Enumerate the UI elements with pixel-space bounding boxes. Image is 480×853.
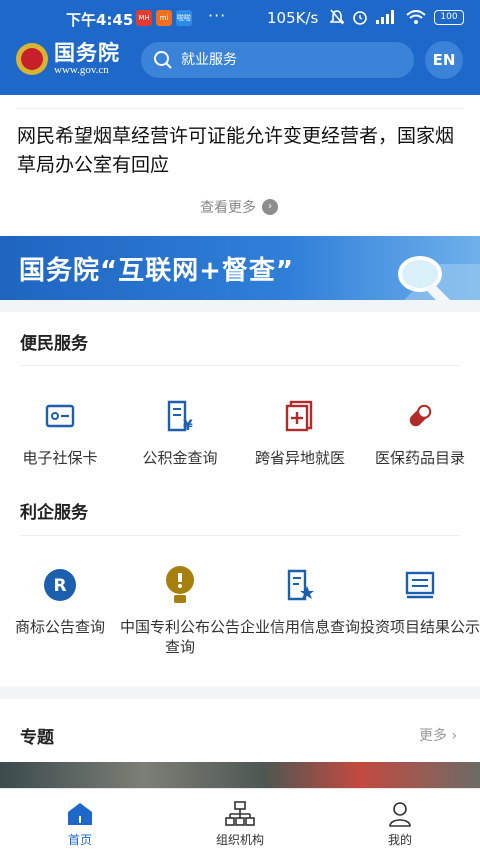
status-icons: 100 [330,9,464,25]
search-input[interactable] [181,52,401,68]
service-label: 商标公告查询 [14,618,105,636]
network-speed: 105K/s [267,9,319,27]
id-card-icon [45,404,75,428]
home-icon [68,803,92,825]
nav-home[interactable]: 首页 [0,789,160,853]
nav-organization[interactable]: 组织机构 [160,789,320,853]
logo-url: www.gov.cn [54,64,109,76]
service-item[interactable]: 医保药品目录 [360,396,480,468]
nav-profile[interactable]: 我的 [320,789,480,853]
battery-icon: 100 [434,9,464,25]
view-more-link[interactable]: 查看更多 › [200,197,278,217]
topics-more-link[interactable]: 更多 › [419,725,457,745]
divider [16,108,464,109]
nav-label: 我的 [387,833,412,847]
topics-title: 专题 [20,728,54,748]
svg-text:R: R [53,576,66,596]
project-list-icon [405,571,435,599]
service-label: 中国专利公布公告查询 [120,618,241,656]
topic-image[interactable] [0,762,480,788]
divider [20,365,460,366]
search-icon [154,51,172,69]
service-item[interactable]: R 商标公告查询 [0,565,120,657]
logo-title: 国务院 [54,41,120,65]
national-emblem-icon [16,43,48,75]
status-bar: 下午4:45 MH mi 啦啦 ··· 105K/s 100 [0,0,480,36]
service-item[interactable]: 电子社保卡 [0,396,120,468]
magnifier-illustration-icon [398,256,480,300]
svg-text:¥: ¥ [183,418,193,432]
status-time: 下午4:45 [66,11,134,29]
wifi-icon [406,10,426,24]
language-toggle-button[interactable]: EN [425,41,463,79]
service-item[interactable]: 企业信用信息查询 [240,565,360,657]
service-item[interactable]: 中国专利公布公告查询 [120,565,240,657]
notification-badges: MH mi 啦啦 [136,10,192,26]
section-gap [0,300,480,312]
business-services-grid: R 商标公告查询 中国专利公布公告查询 企业信用信息查询 投资项目结果公示 [0,565,480,657]
supervision-banner[interactable]: 国务院“互联网+督查” [0,236,480,300]
signal-icon [376,10,394,24]
banner-text: 国务院“互联网+督查” [19,256,294,286]
capsule-icon [409,404,432,427]
service-label: 公积金查询 [142,449,218,467]
chevron-right-icon: › [451,728,458,744]
search-box[interactable] [141,42,414,78]
section-gap [0,687,480,699]
mi-app-icon: mi [156,10,172,26]
news-headline[interactable]: 网民希望烟草经营许可证能允许变更经营者，国家烟草局办公室有回应 [17,122,467,180]
public-services-title: 便民服务 [20,334,88,354]
view-more-label: 查看更多 [200,200,256,216]
org-chart-icon [225,801,255,826]
mute-bell-icon [330,9,344,25]
divider [20,535,460,536]
business-services-title: 利企服务 [20,503,88,523]
service-label: 企业信用信息查询 [240,618,361,636]
service-label: 投资项目结果公示 [360,618,480,636]
app-icon: 啦啦 [176,10,192,26]
service-label: 医保药品目录 [374,449,465,467]
app-header: 下午4:45 MH mi 啦啦 ··· 105K/s 100 国务院 www.g… [0,0,480,95]
nav-label: 组织机构 [215,833,264,847]
profile-icon [389,802,411,827]
bottom-nav: 首页 组织机构 我的 [0,788,480,853]
service-item[interactable]: 跨省异地就医 [240,396,360,468]
service-item[interactable]: ¥ 公积金查询 [120,396,240,468]
fund-document-icon: ¥ [167,400,193,432]
alarm-icon [353,11,367,25]
arrow-right-icon: › [262,199,278,215]
bulb-icon [166,566,194,603]
public-services-grid: 电子社保卡 ¥ 公积金查询 跨省异地就医 医保药品目录 [0,396,480,468]
medical-cross-icon [285,400,313,432]
nav-label: 首页 [67,833,92,847]
more-notifications-icon: ··· [208,6,227,25]
topics-more-label: 更多 [419,728,447,744]
site-logo[interactable]: 国务院 www.gov.cn [16,42,120,76]
registered-mark-icon: R [44,569,76,601]
service-label: 跨省异地就医 [254,449,345,467]
credit-document-icon [287,569,314,601]
service-item[interactable]: 投资项目结果公示 [360,565,480,657]
service-label: 电子社保卡 [22,449,98,467]
news-app-icon: MH [136,10,152,26]
